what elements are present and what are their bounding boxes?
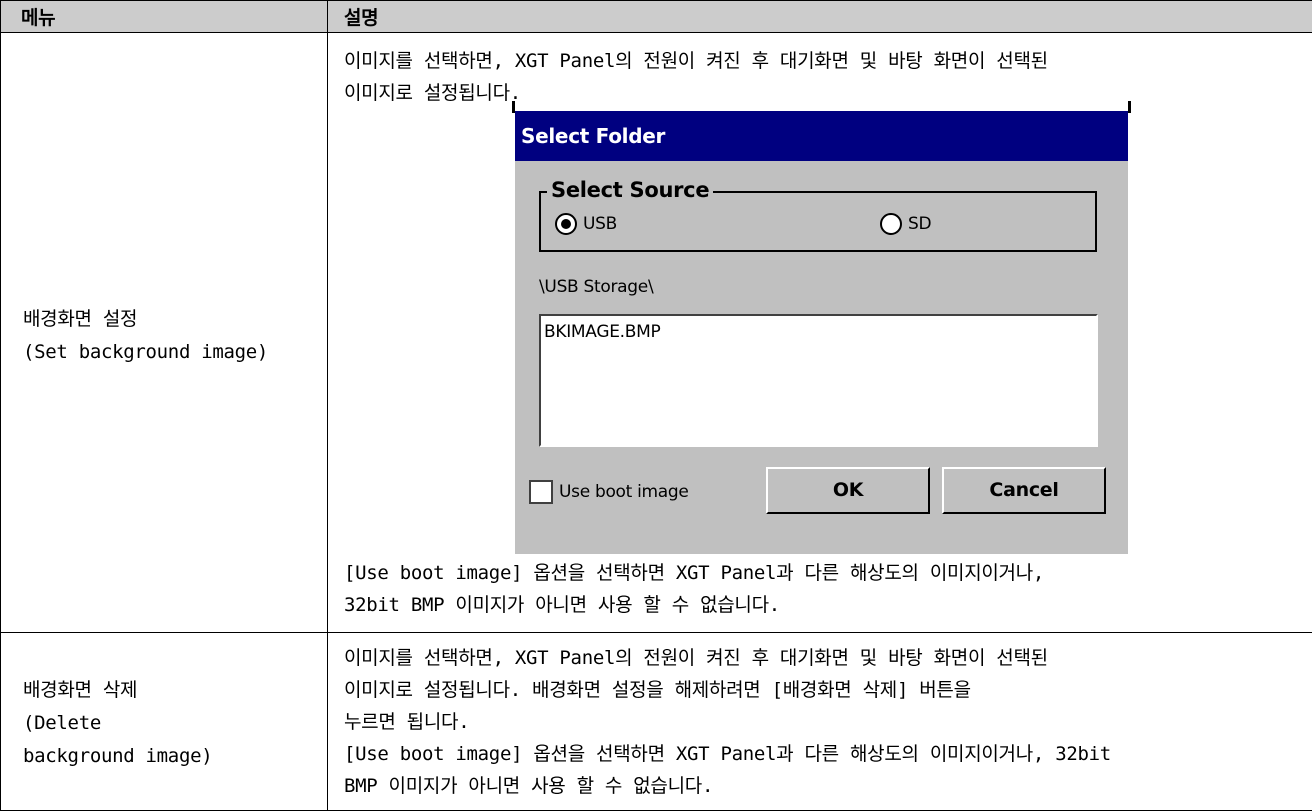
menu-label-english: (Delete xyxy=(23,712,101,735)
description-line: 이미지를 선택하면, XGT Panel의 전원이 켜진 후 대기화면 및 바탕… xyxy=(344,646,1048,669)
description-cell-delete-background: 이미지를 선택하면, XGT Panel의 전원이 켜진 후 대기화면 및 바탕… xyxy=(327,632,1312,811)
table-row: 배경화면 설정 (Set background image) 이미지를 선택하면… xyxy=(0,32,1312,634)
dialog-screenshot: Select Folder Select Source USB SD \USB … xyxy=(344,100,1312,557)
radio-sd-label: SD xyxy=(908,213,932,234)
description-line: 이미지로 설정됩니다. xyxy=(344,81,521,104)
menu-label: 배경화면 설정 xyxy=(23,307,138,330)
use-boot-image-checkbox[interactable]: Use boot image xyxy=(529,479,689,504)
select-folder-dialog: Select Folder Select Source USB SD \USB … xyxy=(515,110,1128,554)
radio-usb-label: USB xyxy=(583,213,617,234)
path-label: \USB Storage\ xyxy=(539,276,654,297)
file-listbox[interactable]: BKIMAGE.BMP xyxy=(539,313,1098,447)
checkbox-label: Use boot image xyxy=(559,481,689,502)
radio-sd[interactable]: SD xyxy=(880,211,932,237)
cancel-button[interactable]: Cancel xyxy=(942,466,1106,514)
radio-selected-icon xyxy=(555,212,577,235)
document-table: 메뉴 설명 배경화면 설정 (Set background image) 이미지… xyxy=(0,0,1312,811)
description-line: [Use boot image] 옵션을 선택하면 XGT Panel과 다른 … xyxy=(344,742,1111,765)
menu-label-english: (Set background image) xyxy=(23,340,269,363)
menu-label-english: background image) xyxy=(23,745,213,768)
radio-usb[interactable]: USB xyxy=(555,211,617,237)
menu-cell-delete-background: 배경화면 삭제 (Delete background image) xyxy=(0,632,328,811)
description-line: 이미지로 설정됩니다. 배경화면 설정을 해제하려면 [배경화면 삭제] 버튼을 xyxy=(344,678,971,701)
description-line: [Use boot image] 옵션을 선택하면 XGT Panel과 다른 … xyxy=(344,561,1045,584)
menu-cell-set-background: 배경화면 설정 (Set background image) xyxy=(0,32,328,634)
menu-label: 배경화면 삭제 xyxy=(23,679,138,702)
dialog-title: Select Folder xyxy=(515,110,1128,161)
radio-unselected-icon xyxy=(880,212,902,235)
select-source-group: Select Source USB SD xyxy=(539,176,1097,252)
description-cell-set-background: 이미지를 선택하면, XGT Panel의 전원이 켜진 후 대기화면 및 바탕… xyxy=(327,32,1312,634)
description-line: 누르면 됩니다. xyxy=(344,710,470,733)
group-label: Select Source xyxy=(547,176,714,203)
header-menu: 메뉴 xyxy=(0,0,328,34)
table-header-row: 메뉴 설명 xyxy=(0,0,1312,34)
ok-button[interactable]: OK xyxy=(766,466,930,514)
table-row: 배경화면 삭제 (Delete background image) 이미지를 선… xyxy=(0,632,1312,811)
description-line: 32bit BMP 이미지가 아니면 사용 할 수 없습니다. xyxy=(344,593,780,616)
file-list-item[interactable]: BKIMAGE.BMP xyxy=(541,316,1096,342)
checkbox-box xyxy=(529,479,553,504)
description-line: BMP 이미지가 아니면 사용 할 수 없습니다. xyxy=(344,774,714,797)
description-line: 이미지를 선택하면, XGT Panel의 전원이 켜진 후 대기화면 및 바탕… xyxy=(344,49,1048,72)
header-description: 설명 xyxy=(327,0,1312,34)
